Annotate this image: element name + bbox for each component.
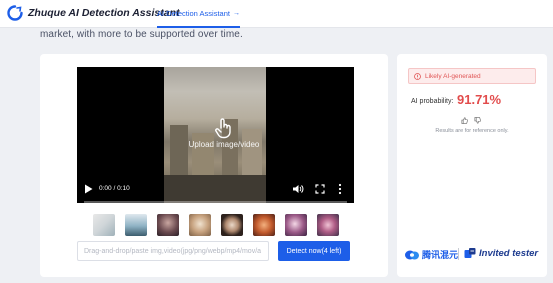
sample-thumbnail[interactable] — [285, 214, 307, 236]
reference-note: Results are for reference only. — [435, 128, 509, 134]
video-player[interactable]: Upload image/video 0:00 / 0:10 — [77, 67, 354, 203]
sample-thumbnail[interactable] — [221, 214, 243, 236]
brand[interactable]: Zhuque AI Detection Assistant — [7, 5, 180, 21]
warning-icon — [414, 72, 421, 80]
sample-thumbnail[interactable] — [125, 214, 147, 236]
fullscreen-icon[interactable] — [315, 184, 325, 194]
volume-icon[interactable] — [292, 183, 304, 195]
probability-label: AI probability: — [411, 98, 454, 105]
invite-icon — [464, 248, 476, 258]
sample-thumbnail[interactable] — [93, 214, 115, 236]
sample-thumbnail[interactable] — [317, 214, 339, 236]
thumbs-up-icon[interactable] — [461, 117, 468, 124]
intro-text: market, with more to be supported over t… — [40, 29, 243, 40]
more-vertical-icon[interactable] — [338, 183, 342, 195]
top-bar: Zhuque AI Detection Assistant AI Detecti… — [0, 0, 553, 28]
invited-tester-badge: Invited tester — [464, 247, 538, 259]
verdict-badge: Likely AI-generated — [408, 68, 536, 84]
invited-tester-label: Invited tester — [479, 247, 539, 259]
sample-thumbnail[interactable] — [157, 214, 179, 236]
upload-zone[interactable]: Upload image/video — [174, 117, 274, 157]
probability-value: 91.71% — [457, 92, 502, 107]
tab-ai-detection-assistant[interactable]: AI Detection Assistant → — [157, 0, 240, 28]
upload-label: Upload image/video — [188, 140, 260, 149]
sample-thumbnails — [93, 214, 339, 236]
sample-thumbnail[interactable] — [253, 214, 275, 236]
verdict-text: Likely AI-generated — [425, 72, 481, 80]
seek-bar[interactable] — [84, 201, 347, 203]
play-icon[interactable] — [84, 184, 93, 194]
arrow-icon: → — [232, 9, 240, 17]
tencent-hunyuan-label: 腾讯混元 — [422, 250, 459, 260]
detect-now-button[interactable]: Detect now(4 left) — [278, 241, 350, 261]
tab-label: AI Detection Assistant — [157, 8, 230, 18]
upload-input-placeholder: Drag-and-drop/paste img,video(jpg/png/we… — [84, 247, 262, 255]
result-card: Likely AI-generated AI probability: 91.7… — [397, 54, 547, 277]
time-display: 0:00 / 0:10 — [99, 185, 130, 192]
tencent-hunyuan-icon — [405, 250, 419, 259]
tencent-hunyuan-logo: 腾讯混元 — [404, 248, 458, 261]
video-controls: 0:00 / 0:10 — [77, 175, 354, 203]
zhuque-logo-icon — [7, 5, 23, 21]
thumbs-down-icon[interactable] — [474, 117, 481, 124]
upload-input[interactable]: Drag-and-drop/paste img,video(jpg/png/we… — [77, 241, 269, 261]
detection-card: Upload image/video 0:00 / 0:10 Drag-and-… — [40, 54, 388, 277]
sample-thumbnail[interactable] — [189, 214, 211, 236]
hand-pointer-icon — [215, 118, 231, 139]
footer-divider — [458, 248, 459, 260]
